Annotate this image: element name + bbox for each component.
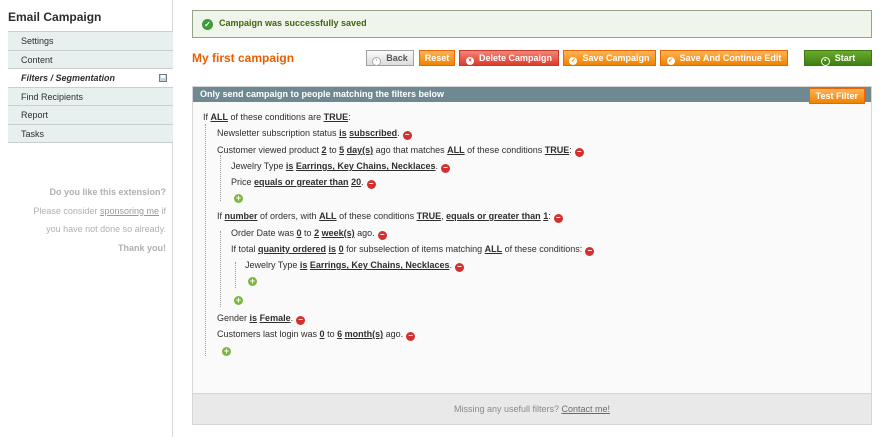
condition-root: If ALL of these conditions are TRUE: [203, 112, 351, 122]
value-select[interactable]: Female [260, 313, 291, 323]
save-check-icon: ✓ [666, 57, 675, 65]
remove-condition-icon[interactable]: − [553, 214, 563, 223]
promo-line: Please consider sponsoring me if [14, 202, 166, 221]
value-select[interactable]: Earrings, Key Chains, Necklaces [310, 260, 450, 270]
sidebar: Email Campaign Settings Content Filters … [0, 0, 173, 437]
tree-guide [220, 155, 221, 201]
save-campaign-button[interactable]: ✓ Save Campaign [563, 50, 656, 66]
page-title: My first campaign [192, 51, 295, 65]
add-condition-icon[interactable]: + [222, 347, 231, 356]
condition-order-date: Order Date was 0 to 2 week(s) ago. − [231, 228, 387, 240]
condition-newsletter: Newsletter subscription status is subscr… [217, 128, 412, 140]
tree-guide [205, 124, 206, 356]
promo-text: if [158, 205, 166, 216]
remove-condition-icon[interactable]: − [402, 131, 412, 140]
aggregator-select[interactable]: ALL [485, 244, 503, 254]
filters-header: Only send campaign to people matching th… [193, 87, 871, 102]
delete-icon: × [465, 57, 474, 65]
value-select[interactable]: Earrings, Key Chains, Necklaces [296, 161, 436, 171]
contact-me-link[interactable]: Contact me! [562, 404, 611, 414]
unit-select[interactable]: day(s) [347, 145, 374, 155]
floppy-disk-icon [159, 74, 167, 82]
tab-settings[interactable]: Settings [8, 32, 173, 51]
sidebar-tabs: Settings Content Filters / Segmentation … [8, 31, 173, 143]
condition-jewelry-type: Jewelry Type is Earrings, Key Chains, Ne… [231, 161, 450, 173]
success-message: ✓ Campaign was successfully saved [192, 10, 872, 38]
reset-button[interactable]: Reset [419, 50, 455, 66]
back-button[interactable]: · Back [366, 50, 414, 66]
footer-text: Missing any usefull filters? [453, 404, 562, 414]
promo-line: Do you like this extension? [49, 187, 166, 197]
play-circle-icon: • [820, 57, 830, 66]
operator-select[interactable]: equals or greater than [446, 211, 541, 221]
unit-select[interactable]: week(s) [322, 228, 355, 238]
value-select[interactable]: TRUE [417, 211, 442, 221]
tab-label: Filters / Segmentation [21, 73, 116, 83]
operator-select[interactable]: is [250, 313, 258, 323]
add-condition-icon[interactable]: + [234, 296, 243, 305]
condition-last-login: Customers last login was 0 to 6 month(s)… [217, 329, 416, 341]
condition-jewelry-type-sub: Jewelry Type is Earrings, Key Chains, Ne… [245, 260, 464, 272]
remove-condition-icon[interactable]: − [574, 148, 584, 157]
remove-condition-icon[interactable]: − [406, 332, 416, 341]
condition-viewed-product: Customer viewed product 2 to 5 day(s) ag… [217, 145, 584, 157]
save-and-continue-button[interactable]: ✓ Save And Continue Edit [660, 50, 788, 66]
promo-line: Thank you! [117, 242, 166, 253]
operator-select[interactable]: is [339, 128, 347, 138]
condition-gender: Gender is Female. − [217, 313, 306, 325]
sidebar-title: Email Campaign [8, 10, 102, 24]
start-button[interactable]: • Start [804, 50, 872, 66]
remove-condition-icon[interactable]: − [440, 164, 450, 173]
value-select[interactable]: 20 [351, 177, 361, 187]
success-check-icon: ✓ [202, 19, 213, 30]
condition-total-quantity: If total quanity ordered is 0 for subsel… [231, 244, 595, 256]
value-select[interactable]: TRUE [545, 145, 570, 155]
aggregator-select[interactable]: ALL [319, 211, 337, 221]
value-select[interactable]: TRUE [324, 112, 349, 122]
back-button-label: Back [386, 53, 408, 63]
tab-tasks[interactable]: Tasks [8, 124, 173, 143]
add-condition-icon[interactable]: + [234, 194, 243, 203]
value-select[interactable]: subscribed [349, 128, 397, 138]
attribute-select[interactable]: number [225, 211, 258, 221]
promo-text: Please consider [33, 205, 100, 216]
filters-panel: Only send campaign to people matching th… [192, 86, 872, 425]
aggregator-select[interactable]: ALL [211, 112, 229, 122]
remove-condition-icon[interactable]: − [366, 180, 376, 189]
delete-campaign-button[interactable]: × Delete Campaign [459, 50, 559, 66]
sponsor-promo: Do you like this extension? Please consi… [14, 183, 166, 257]
tab-report[interactable]: Report [8, 106, 173, 125]
save-check-icon: ✓ [569, 57, 578, 65]
tab-filters-segmentation[interactable]: Filters / Segmentation [8, 69, 173, 88]
promo-line: you have not done so already. [46, 224, 166, 234]
aggregator-select[interactable]: ALL [447, 145, 465, 155]
tab-find-recipients[interactable]: Find Recipients [8, 87, 173, 106]
filters-header-text: Only send campaign to people matching th… [200, 89, 445, 99]
save-continue-label: Save And Continue Edit [679, 53, 782, 63]
save-button-label: Save Campaign [582, 53, 650, 63]
condition-number-of-orders: If number of orders, with ALL of these c… [217, 211, 563, 223]
remove-condition-icon[interactable]: − [585, 247, 595, 256]
remove-condition-icon[interactable]: − [454, 263, 464, 272]
unit-select[interactable]: month(s) [345, 329, 384, 339]
condition-price: Price equals or greater than 20. − [231, 177, 376, 189]
operator-select[interactable]: is [329, 244, 337, 254]
filters-footer: Missing any usefull filters? Contact me! [193, 393, 871, 424]
remove-condition-icon[interactable]: − [377, 231, 387, 240]
tree-guide [220, 231, 221, 307]
delete-button-label: Delete Campaign [478, 53, 553, 63]
add-condition-icon[interactable]: + [248, 277, 257, 286]
attribute-select[interactable]: quanity ordered [258, 244, 326, 254]
operator-select[interactable]: equals or greater than [254, 177, 349, 187]
tab-content[interactable]: Content [8, 50, 173, 69]
sponsoring-link[interactable]: sponsoring me [100, 206, 159, 216]
success-message-text: Campaign was successfully saved [219, 18, 367, 28]
back-arrow-icon: · [372, 57, 382, 66]
start-button-label: Start [834, 53, 856, 63]
remove-condition-icon[interactable]: − [296, 316, 306, 325]
tree-guide [235, 262, 236, 288]
test-filter-button[interactable]: Test Filter [808, 88, 865, 104]
